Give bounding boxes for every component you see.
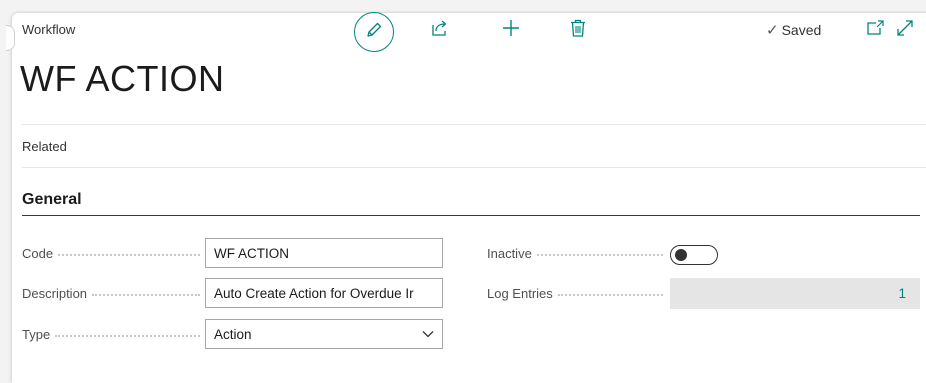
breadcrumb[interactable]: Workflow <box>22 22 75 37</box>
type-label: Type <box>22 327 206 342</box>
log-entries-label-text: Log Entries <box>487 286 553 301</box>
type-select[interactable]: Action <box>205 319 443 349</box>
plus-icon <box>501 18 521 43</box>
related-menu[interactable]: Related <box>22 139 67 154</box>
edit-button[interactable] <box>354 12 394 52</box>
toggle-knob <box>675 249 687 261</box>
leader-dots <box>55 335 200 337</box>
popout-icon <box>866 19 884 41</box>
divider <box>22 167 926 168</box>
collapse-handle[interactable] <box>6 25 15 51</box>
expand-button[interactable] <box>896 19 914 41</box>
section-underline <box>22 215 920 216</box>
section-title-general[interactable]: General <box>22 191 82 209</box>
log-entries-field[interactable]: 1 <box>670 278 920 309</box>
saved-status: ✓ Saved <box>766 21 821 39</box>
leader-dots <box>92 294 200 296</box>
leader-dots <box>557 294 663 296</box>
left-edge <box>0 0 12 371</box>
delete-button[interactable] <box>566 18 590 42</box>
new-button[interactable] <box>499 18 523 42</box>
inactive-label: Inactive <box>487 246 669 261</box>
code-field[interactable]: WF ACTION <box>205 238 443 268</box>
description-field[interactable]: Auto Create Action for Overdue Ir <box>205 278 443 308</box>
chevron-down-icon <box>422 330 434 338</box>
open-new-window-button[interactable] <box>864 19 886 41</box>
saved-label: Saved <box>781 22 822 38</box>
type-select-value: Action <box>214 326 252 342</box>
share-icon <box>431 19 449 42</box>
share-button[interactable] <box>428 18 452 42</box>
leader-dots <box>58 254 200 256</box>
description-label-text: Description <box>22 286 88 301</box>
leader-dots <box>536 254 663 256</box>
inactive-label-text: Inactive <box>487 246 532 261</box>
divider <box>22 124 926 125</box>
code-label-text: Code <box>22 246 54 261</box>
check-icon: ✓ <box>766 22 779 39</box>
trash-icon <box>570 19 586 42</box>
pencil-edit-icon <box>365 21 383 44</box>
expand-icon <box>896 19 914 41</box>
description-label: Description <box>22 286 206 301</box>
page-title: WF ACTION <box>20 58 225 99</box>
code-label: Code <box>22 246 206 261</box>
inactive-toggle[interactable] <box>670 245 718 265</box>
type-label-text: Type <box>22 327 51 342</box>
log-entries-label: Log Entries <box>487 286 669 301</box>
